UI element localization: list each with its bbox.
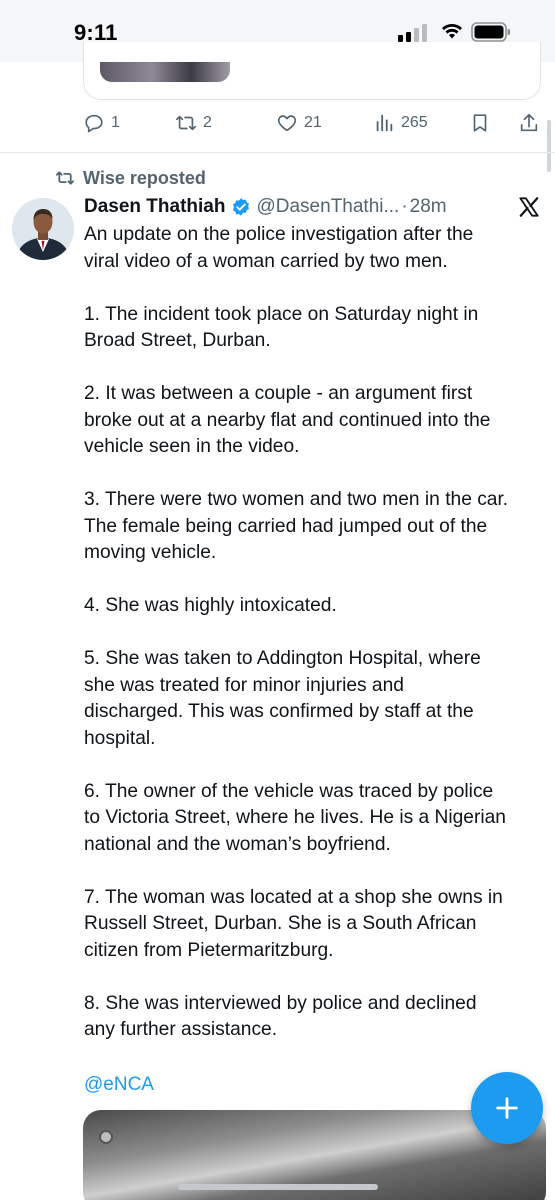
wifi-icon bbox=[442, 24, 462, 39]
views-icon bbox=[376, 114, 393, 132]
tweet-paragraph: 7. The woman was located at a shop she o… bbox=[84, 886, 503, 961]
x-logo-icon[interactable] bbox=[518, 196, 540, 218]
repost-indicator[interactable]: Wise reposted bbox=[55, 167, 206, 189]
reply-icon bbox=[85, 114, 103, 133]
reply-button[interactable]: 1 bbox=[83, 108, 120, 138]
tweet-paragraph: 5. She was taken to Addington Hospital, … bbox=[84, 648, 481, 749]
bookmark-icon bbox=[473, 114, 487, 132]
avatar-image bbox=[12, 198, 74, 260]
scrollbar[interactable] bbox=[547, 120, 551, 172]
bookmark-button[interactable] bbox=[469, 108, 491, 138]
reply-count: 1 bbox=[111, 114, 120, 131]
media-detail bbox=[99, 1130, 113, 1144]
tweet-paragraph: An update on the police investigation af… bbox=[84, 224, 474, 272]
repost-label: Wise reposted bbox=[83, 167, 206, 188]
tweet-paragraph: 6. The owner of the vehicle was traced b… bbox=[84, 780, 506, 855]
previous-tweet-actions: 1 2 21 265 bbox=[0, 108, 555, 140]
tweet-timestamp[interactable]: 28m bbox=[410, 196, 447, 218]
like-button[interactable]: 21 bbox=[276, 108, 322, 138]
tweet-header: Dasen Thathiah @DasenThathi... · 28m bbox=[84, 193, 504, 221]
views-count: 265 bbox=[401, 114, 428, 131]
tweet-paragraph: 4. She was highly intoxicated. bbox=[84, 595, 337, 616]
tweet-paragraph: 2. It was between a couple - an argument… bbox=[84, 383, 491, 457]
author-handle[interactable]: @DasenThathi... bbox=[256, 196, 399, 218]
repost-button[interactable]: 2 bbox=[175, 108, 212, 138]
tweet-paragraph: 1. The incident took place on Saturday n… bbox=[84, 303, 479, 352]
avatar[interactable] bbox=[12, 198, 74, 260]
compose-button[interactable] bbox=[471, 1072, 543, 1144]
repost-icon bbox=[176, 115, 196, 131]
verified-badge-icon bbox=[233, 198, 250, 216]
like-count: 21 bbox=[304, 114, 322, 131]
tweet-paragraph: 8. She was interviewed by police and dec… bbox=[84, 992, 477, 1041]
tweet-divider bbox=[0, 152, 555, 153]
share-icon bbox=[520, 113, 538, 132]
share-button[interactable] bbox=[518, 108, 540, 138]
tweet-text: An update on the police investigation af… bbox=[84, 222, 546, 1044]
repost-count: 2 bbox=[203, 114, 212, 131]
repost-icon bbox=[55, 171, 75, 185]
cellular-signal-icon bbox=[398, 24, 427, 42]
author-name[interactable]: Dasen Thathiah bbox=[84, 196, 225, 218]
heart-icon bbox=[277, 115, 297, 132]
mention-link[interactable]: @eNCA bbox=[84, 1074, 154, 1096]
previous-tweet-media-image[interactable] bbox=[100, 62, 230, 82]
home-indicator[interactable] bbox=[178, 1184, 378, 1190]
battery-icon bbox=[471, 22, 510, 42]
plus-icon bbox=[496, 1097, 518, 1119]
views-button[interactable]: 265 bbox=[373, 108, 428, 138]
header-separator: · bbox=[401, 196, 408, 217]
tweet-paragraph: 3. There were two women and two men in t… bbox=[84, 489, 509, 563]
